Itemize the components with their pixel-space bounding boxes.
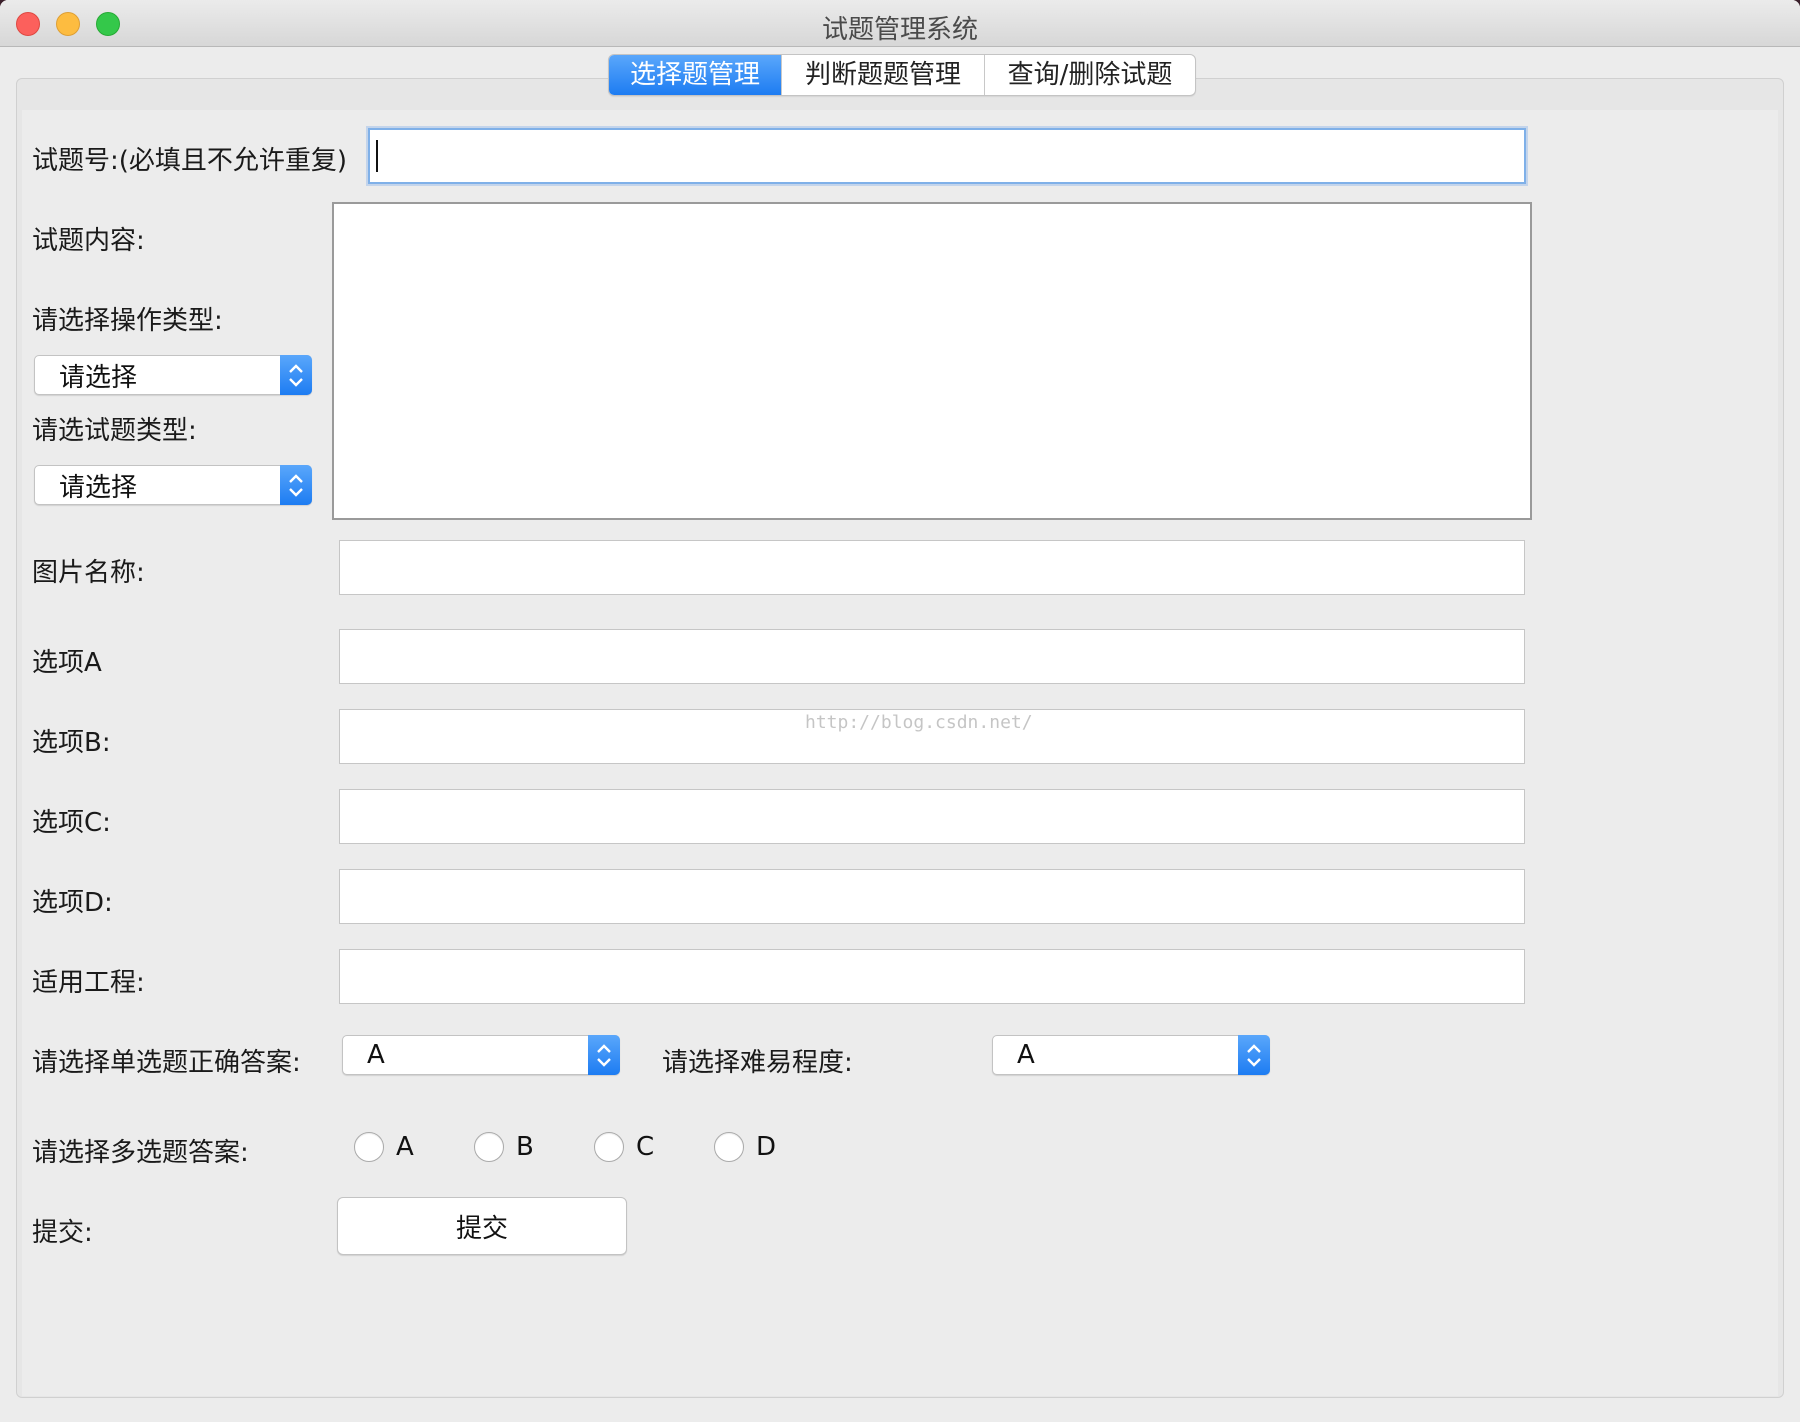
- image-name-input[interactable]: [339, 540, 1525, 595]
- radio-label-c: C: [636, 1132, 655, 1162]
- chevron-updown-icon: [280, 465, 312, 505]
- radio-label-d: D: [756, 1132, 777, 1162]
- chevron-updown-icon: [588, 1035, 620, 1075]
- tab-bar: 选择题管理 判断题题管理 查询/删除试题: [608, 54, 1196, 96]
- difficulty-label: 请选择难易程度:: [662, 1048, 853, 1078]
- window-title: 试题管理系统: [821, 15, 978, 45]
- radio-circle[interactable]: [474, 1132, 504, 1162]
- tab-judgment-management[interactable]: 判断题题管理: [782, 55, 985, 95]
- operation-type-value: 请选择: [59, 362, 138, 393]
- applicable-project-label: 适用工程:: [32, 968, 145, 998]
- text-caret: [376, 140, 378, 172]
- question-id-input[interactable]: [368, 128, 1526, 184]
- chevron-updown-icon: [1238, 1035, 1270, 1075]
- option-c-label: 选项C:: [32, 808, 111, 838]
- tab-query-delete[interactable]: 查询/删除试题: [985, 55, 1195, 95]
- question-type-value: 请选择: [59, 472, 138, 503]
- watermark-text: http://blog.csdn.net/: [805, 712, 1033, 733]
- image-name-label: 图片名称:: [32, 558, 145, 588]
- radio-label-b: B: [516, 1132, 534, 1162]
- question-type-label: 请选试题类型:: [32, 416, 197, 446]
- multi-answer-option-b[interactable]: B: [474, 1132, 534, 1162]
- single-answer-label: 请选择单选题正确答案:: [32, 1048, 301, 1078]
- difficulty-select[interactable]: A: [992, 1035, 1270, 1075]
- single-answer-select[interactable]: A: [342, 1035, 620, 1075]
- submit-button[interactable]: 提交: [337, 1197, 627, 1255]
- operation-type-select[interactable]: 请选择: [34, 355, 312, 395]
- question-content-textarea[interactable]: [332, 202, 1532, 520]
- multi-answer-label: 请选择多选题答案:: [32, 1138, 249, 1168]
- option-c-input[interactable]: [339, 789, 1525, 844]
- radio-circle[interactable]: [594, 1132, 624, 1162]
- applicable-project-input[interactable]: [339, 949, 1525, 1004]
- single-answer-value: A: [367, 1040, 385, 1070]
- submit-label: 提交:: [32, 1218, 93, 1248]
- chevron-updown-icon: [280, 355, 312, 395]
- question-content-label: 试题内容:: [32, 226, 145, 256]
- multi-answer-option-c[interactable]: C: [594, 1132, 654, 1162]
- multi-answer-option-a[interactable]: A: [354, 1132, 414, 1162]
- question-type-select[interactable]: 请选择: [34, 465, 312, 505]
- difficulty-value: A: [1017, 1040, 1035, 1070]
- option-d-input[interactable]: [339, 869, 1525, 924]
- option-a-label: 选项A: [32, 648, 102, 678]
- option-a-input[interactable]: [339, 629, 1525, 684]
- title-bar: 试题管理系统: [0, 0, 1800, 47]
- question-id-label: 试题号:(必填且不允许重复): [32, 146, 348, 176]
- app-window: 试题管理系统 选择题管理 判断题题管理 查询/删除试题 试题号:(必填且不允许重…: [0, 0, 1800, 1422]
- radio-circle[interactable]: [714, 1132, 744, 1162]
- radio-circle[interactable]: [354, 1132, 384, 1162]
- multi-answer-option-d[interactable]: D: [714, 1132, 776, 1162]
- radio-label-a: A: [396, 1132, 414, 1162]
- option-b-label: 选项B:: [32, 728, 111, 758]
- tab-choice-management[interactable]: 选择题管理: [609, 55, 782, 95]
- option-d-label: 选项D:: [32, 888, 113, 918]
- operation-type-label: 请选择操作类型:: [32, 306, 223, 336]
